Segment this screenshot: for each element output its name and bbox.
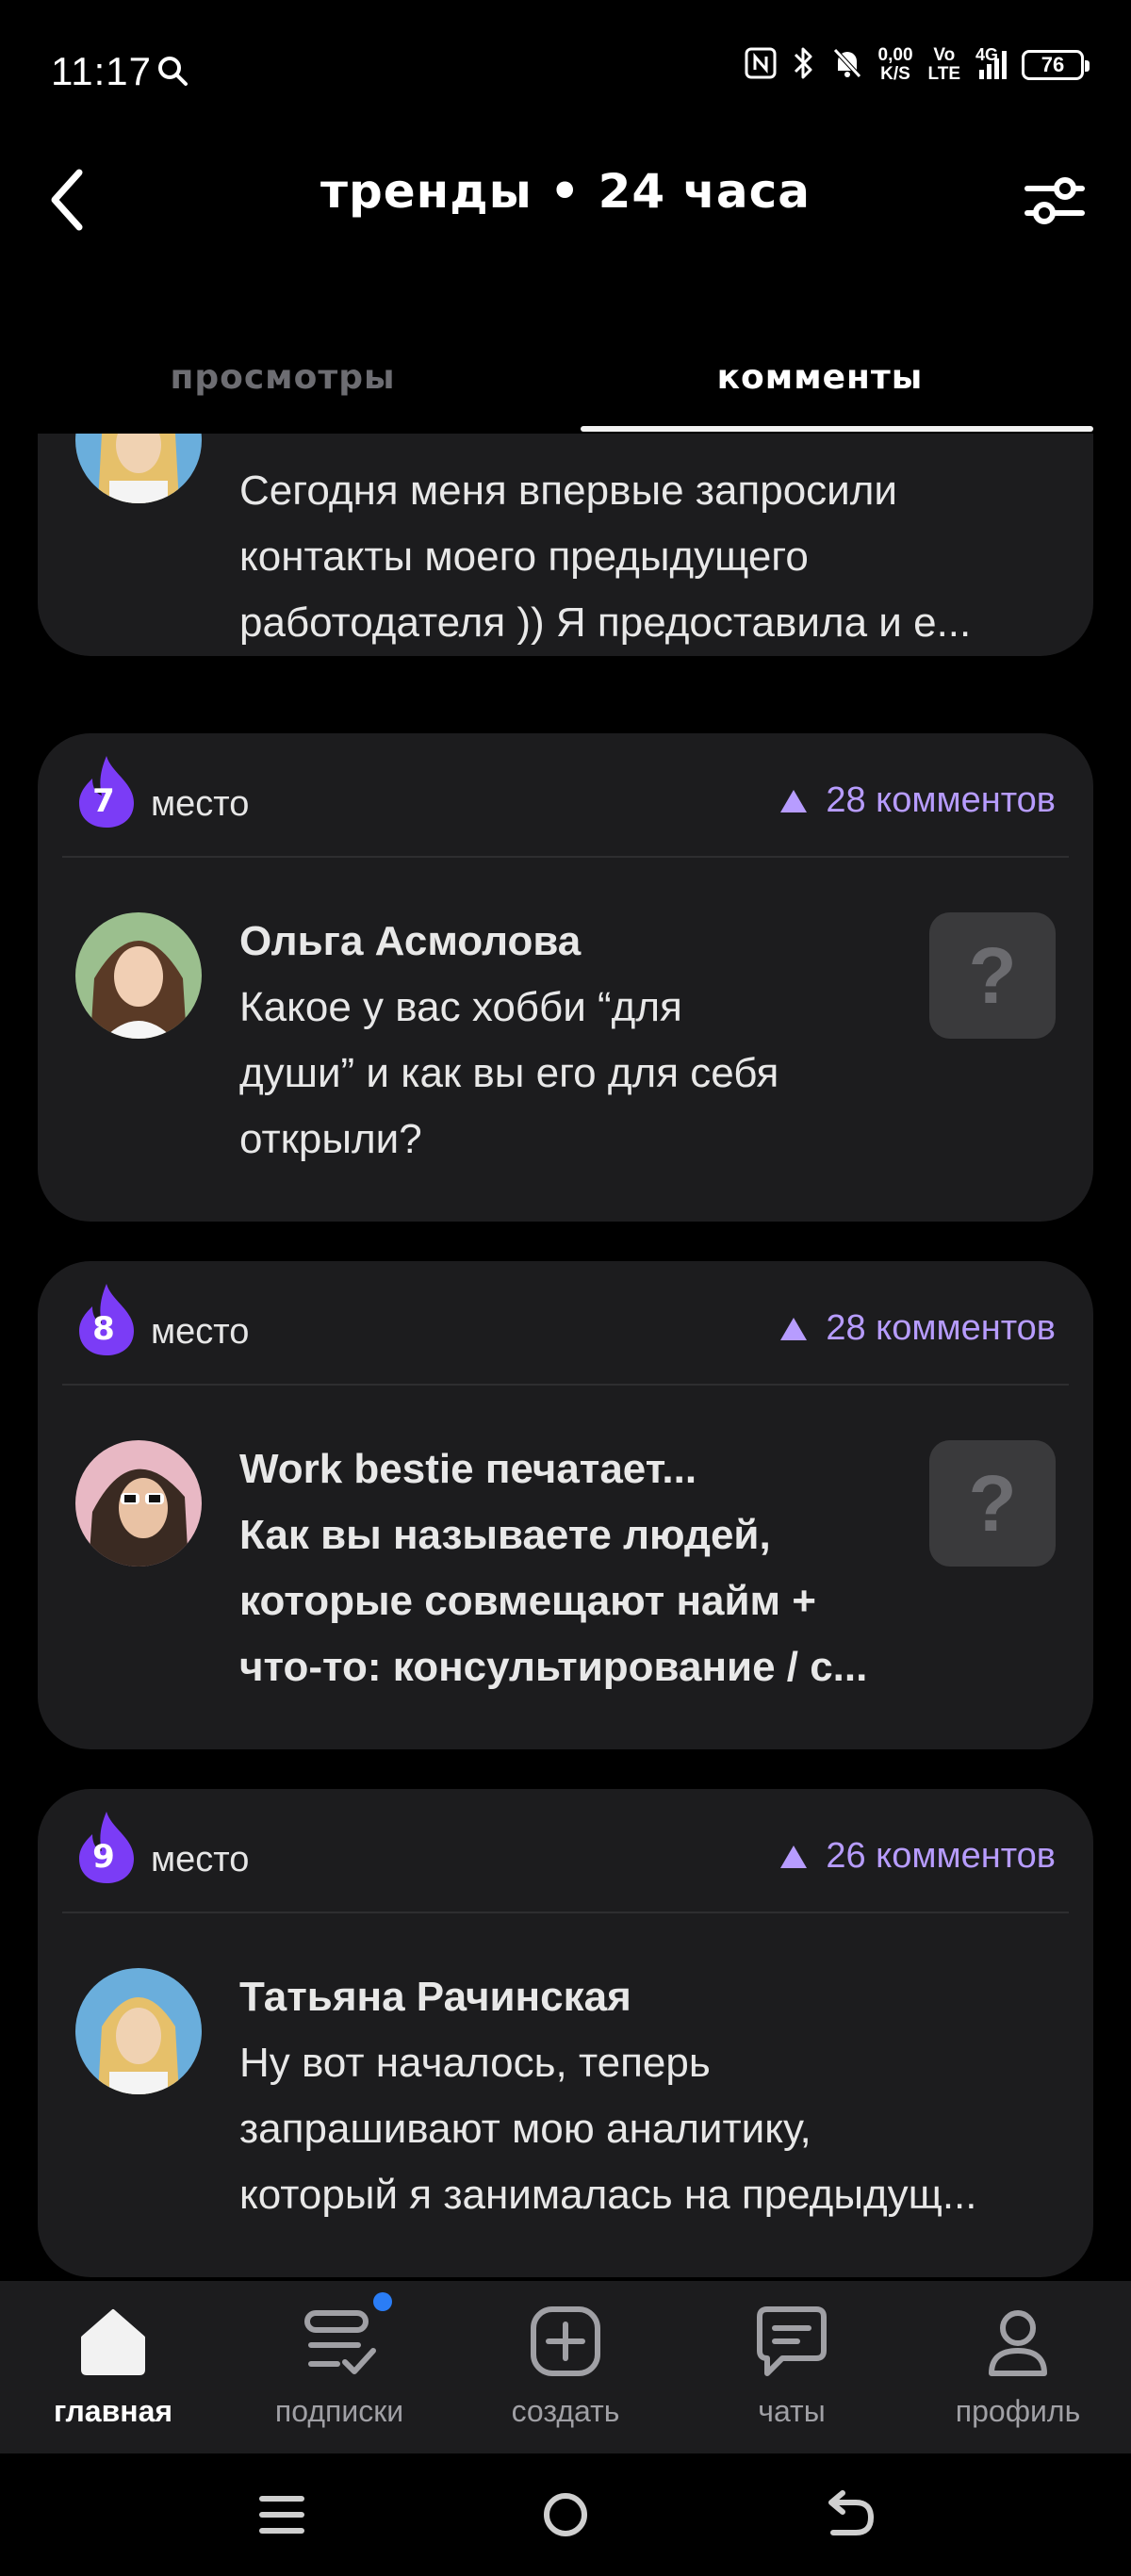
filter-button[interactable] (1022, 168, 1088, 234)
post-text-line: Сегодня меня впервые запросили (239, 468, 898, 514)
divider (62, 1384, 1069, 1386)
post-text: Ну вот началось, теперь запрашивают мою … (239, 2030, 1050, 2228)
network-type: 4G (975, 45, 999, 64)
triangle-up-icon (780, 1317, 808, 1340)
post-text-line: Какое у вас хобби “для (239, 984, 682, 1030)
avatar[interactable] (75, 912, 202, 1039)
divider (62, 1911, 1069, 1913)
active-tab-indicator (581, 426, 1093, 432)
rank-number: 9 (92, 1838, 115, 1876)
status-bar: 11:17 0,00 K/S Vo LTE 4G 76 (0, 0, 1131, 141)
back-arrow-icon[interactable] (816, 2482, 882, 2548)
avatar[interactable] (75, 434, 202, 503)
bottom-navigation: главная подписки создать чаты профиль (0, 2281, 1131, 2453)
nav-profile[interactable]: профиль (905, 2281, 1131, 2453)
home-circle-icon[interactable] (533, 2482, 598, 2548)
battery-icon: 76 (1022, 50, 1090, 80)
post-text: Сегодня меня впервые запросили контакты … (239, 458, 1050, 656)
status-time: 11:17 (51, 49, 152, 93)
page-title: тренды • 24 часа (320, 164, 811, 219)
tab-comments[interactable]: комменты (537, 358, 1103, 397)
comments-count-label: 28 комментов (826, 1308, 1056, 1348)
search-icon (156, 55, 188, 90)
post-text: Как вы называете людей, которые совмещаю… (239, 1502, 899, 1700)
triangle-up-icon (780, 789, 808, 812)
nav-label: создать (511, 2394, 620, 2428)
post-text-line: Как вы называете людей, (239, 1512, 771, 1558)
subscriptions-icon (304, 2310, 376, 2374)
post-text: Какое у вас хобби “для души” и как вы ег… (239, 975, 899, 1173)
nav-create[interactable]: создать (452, 2281, 679, 2453)
post-card[interactable]: 9 место 26 комментов Татьяна Рачинская Н… (38, 1789, 1093, 2277)
mute-bell-icon (831, 46, 863, 84)
post-text-line: запрашивают мою аналитику, (239, 2106, 811, 2152)
card-header: 7 место 28 комментов (38, 733, 1093, 865)
plus-square-icon (531, 2306, 600, 2376)
nav-home[interactable]: главная (0, 2281, 226, 2453)
post-card[interactable]: 7 место 28 комментов Ольга Асмолова Како… (38, 733, 1093, 1222)
rank-label: место (151, 784, 250, 824)
comments-count: 26 комментов (780, 1836, 1056, 1877)
post-text-line: что-то: консультирование / с... (239, 1644, 868, 1690)
post-text-line: Ну вот началось, теперь (239, 2040, 711, 2086)
bluetooth-icon (792, 45, 816, 85)
triangle-up-icon (780, 1845, 808, 1868)
question-badge: ? (929, 912, 1056, 1039)
trends-feed[interactable]: Сегодня меня впервые запросили контакты … (0, 434, 1131, 2281)
comments-count-label: 26 комментов (826, 1836, 1056, 1876)
divider (62, 856, 1069, 858)
comments-count-label: 28 комментов (826, 780, 1056, 820)
nav-label: главная (53, 2394, 173, 2428)
home-icon (81, 2309, 145, 2375)
nav-label: профиль (955, 2394, 1081, 2428)
card-header: 9 место 26 комментов (38, 1789, 1093, 1921)
post-text-line: которые совмещают найм + (239, 1578, 817, 1624)
post-text-line: работодателя )) Я предоставила и е... (239, 599, 972, 646)
tab-bar: просмотры комменты (0, 339, 1131, 434)
volte-top: Vo (933, 45, 956, 65)
avatar[interactable] (75, 1968, 202, 2094)
tab-views[interactable]: просмотры (0, 358, 566, 397)
post-text-line: контакты моего предыдущего (239, 533, 809, 580)
post-card[interactable]: 8 место 28 комментов Work bestie печатае… (38, 1261, 1093, 1749)
card-header: 8 место 28 комментов (38, 1261, 1093, 1393)
author-name[interactable]: Work bestie печатает... (239, 1446, 697, 1493)
menu-icon[interactable] (249, 2482, 315, 2548)
profile-icon (989, 2310, 1047, 2376)
network-speed-unit: K/S (880, 64, 910, 84)
post-card[interactable]: Сегодня меня впервые запросили контакты … (38, 434, 1093, 656)
volte-bottom: LTE (927, 64, 960, 84)
network-speed-value: 0,00 (877, 45, 913, 65)
rank-number: 7 (92, 782, 115, 820)
nav-subscriptions[interactable]: подписки (226, 2281, 452, 2453)
comments-count: 28 комментов (780, 1308, 1056, 1349)
post-text-line: открыли? (239, 1116, 422, 1162)
avatar[interactable] (75, 1440, 202, 1567)
status-icons: 0,00 K/S Vo LTE 4G 76 (745, 45, 1090, 85)
signal-icon: 4G (975, 45, 1007, 79)
nfc-icon (745, 47, 777, 83)
nav-label: чаты (758, 2394, 826, 2428)
chat-icon (757, 2306, 827, 2376)
system-navigation-bar (0, 2453, 1131, 2576)
rank-label: место (151, 1840, 250, 1879)
rank-label: место (151, 1312, 250, 1352)
notification-dot (373, 2292, 392, 2311)
author-name[interactable]: Ольга Асмолова (239, 918, 581, 965)
sliders-icon (1024, 177, 1085, 224)
rank-number: 8 (92, 1310, 115, 1348)
volte-indicator: Vo LTE (928, 46, 960, 84)
question-badge: ? (929, 1440, 1056, 1567)
header: тренды • 24 часа (0, 141, 1131, 254)
author-name[interactable]: Татьяна Рачинская (239, 1974, 631, 2021)
post-text-line: который я занималась на предыдущ... (239, 2172, 977, 2218)
nav-chats[interactable]: чаты (679, 2281, 905, 2453)
comments-count: 28 комментов (780, 780, 1056, 821)
nav-label: подписки (274, 2394, 404, 2428)
network-speed: 0,00 K/S (878, 46, 913, 84)
post-text-line: души” и как вы его для себя (239, 1050, 779, 1096)
